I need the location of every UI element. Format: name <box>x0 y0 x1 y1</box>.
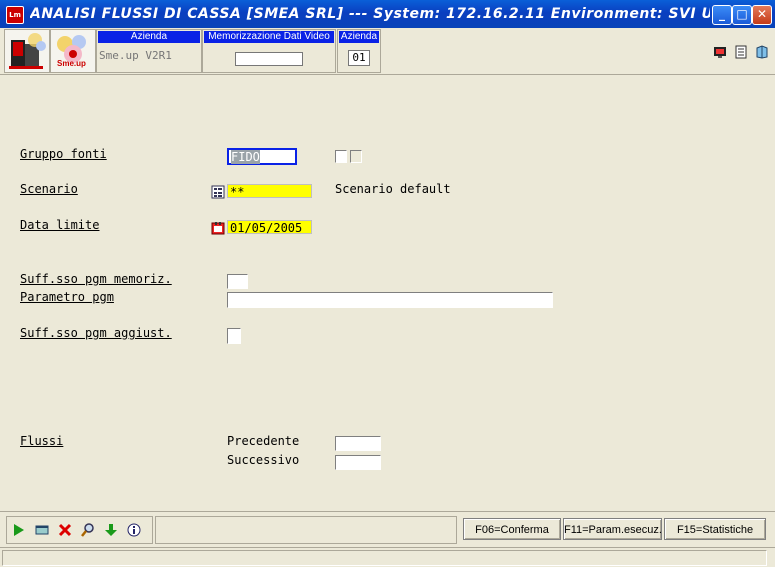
data-limite-label: Data limite <box>20 218 100 232</box>
status-cell <box>2 550 767 566</box>
successivo-field[interactable] <box>335 455 381 470</box>
memorizzazione-label: Memorizzazione Dati Video <box>204 31 334 43</box>
loocup-logo-icon[interactable] <box>4 29 50 73</box>
close-x-icon[interactable] <box>57 522 73 538</box>
azienda-value: Sme.up V2R1 <box>99 49 172 62</box>
memorizzazione-box: Memorizzazione Dati Video <box>202 29 336 73</box>
maximize-button[interactable]: □ <box>732 5 752 25</box>
gruppo-fonti-field[interactable]: FIDO <box>227 148 297 165</box>
calendar-icon[interactable] <box>211 221 225 235</box>
gruppo-fonti-label: Gruppo fonti <box>20 147 107 161</box>
monitor-icon[interactable] <box>713 45 727 59</box>
bottom-tool-icons <box>6 516 153 544</box>
scenario-label: Scenario <box>20 182 78 196</box>
smeup-logo-icon[interactable]: Sme.up <box>50 29 96 73</box>
search-icon[interactable] <box>80 522 96 538</box>
precedente-label: Precedente <box>227 434 300 448</box>
scenario-description: Scenario default <box>335 182 451 196</box>
close-button[interactable]: ✕ <box>752 5 772 25</box>
arrow-icon[interactable] <box>103 522 119 538</box>
azienda-label: Azienda <box>98 31 200 43</box>
form-area: Gruppo fonti FIDO Scenario ** Scenario d… <box>0 75 775 510</box>
azienda2-value: 01 <box>348 50 370 66</box>
header-tool-icons <box>711 44 769 63</box>
f06-conferma-button[interactable]: F06=Conferma <box>463 518 561 540</box>
azienda-box: Azienda Sme.up V2R1 <box>96 29 202 73</box>
f15-statistiche-button[interactable]: F15=Statistiche <box>664 518 766 540</box>
window-title: ANALISI FLUSSI DI CASSA [SMEA SRL] --- S… <box>30 6 710 22</box>
header-panel: Sme.up Azienda Sme.up V2R1 Memorizzazion… <box>0 28 775 75</box>
toolbar-spacer <box>155 516 457 544</box>
memorizzazione-input[interactable] <box>235 52 303 66</box>
suff-aggiust-label: Suff.sso pgm aggiust. <box>20 326 172 340</box>
gruppo-fonti-value: FIDO <box>231 150 260 164</box>
book-icon[interactable] <box>755 45 769 59</box>
flussi-label: Flussi <box>20 434 64 448</box>
parametro-pgm-label: Parametro pgm <box>20 290 114 304</box>
status-bar <box>0 547 775 567</box>
notepad-icon[interactable] <box>734 45 748 59</box>
data-limite-field[interactable]: 01/05/2005 <box>227 220 312 235</box>
gruppo-fonti-button[interactable] <box>350 150 362 163</box>
scenario-field[interactable]: ** <box>227 184 312 199</box>
smeup-logo-text: Sme.up <box>57 59 86 68</box>
suff-memoriz-field[interactable] <box>227 274 248 289</box>
suff-aggiust-field[interactable] <box>227 328 241 344</box>
azienda2-label: Azienda <box>339 31 379 43</box>
successivo-label: Successivo <box>227 453 300 467</box>
window-icon[interactable] <box>34 522 50 538</box>
info-icon[interactable] <box>126 522 142 538</box>
precedente-field[interactable] <box>335 436 381 451</box>
azienda2-box: Azienda 01 <box>337 29 381 73</box>
minimize-button[interactable]: _ <box>712 5 732 25</box>
play-icon[interactable] <box>11 522 27 538</box>
app-icon[interactable]: Lm <box>6 6 24 24</box>
title-bar: Lm ANALISI FLUSSI DI CASSA [SMEA SRL] --… <box>0 0 775 29</box>
f11-param-button[interactable]: F11=Param.esecuz. <box>563 518 662 540</box>
bottom-toolbar: F06=Conferma F11=Param.esecuz. F15=Stati… <box>0 511 775 547</box>
suff-memoriz-label: Suff.sso pgm memoriz. <box>20 272 172 286</box>
parametro-pgm-field[interactable] <box>227 292 553 308</box>
list-icon[interactable] <box>211 185 225 199</box>
gruppo-fonti-checkbox[interactable] <box>335 150 347 163</box>
